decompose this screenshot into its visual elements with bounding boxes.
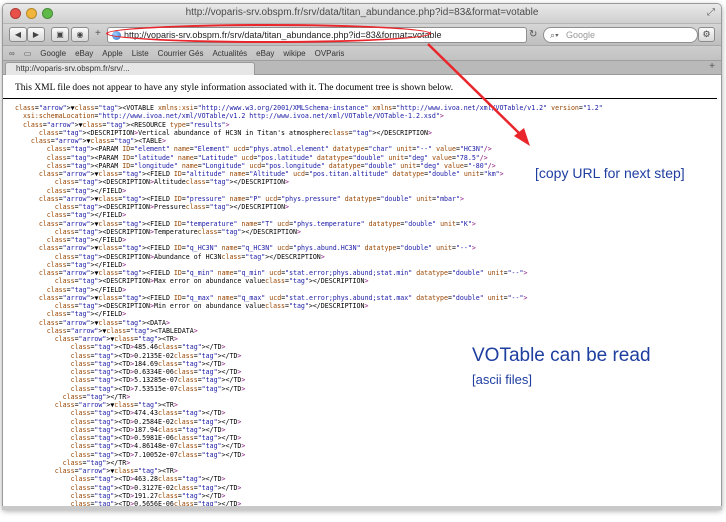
- search-input[interactable]: ⌕▾ Google: [543, 27, 698, 43]
- copy-url-note: [copy URL for next step]: [535, 165, 685, 181]
- xml-line: class="tag"></FIELD>: [46, 236, 127, 244]
- xml-line: class="tag"><DESCRIPTION>Min error on ab…: [54, 302, 369, 310]
- votable-note-sub: [ascii files]: [472, 372, 532, 387]
- xml-line[interactable]: class="arrow">▼class="tag"><TR>: [15, 467, 721, 475]
- votable-note-title: VOTable can be read: [472, 345, 651, 366]
- xml-tree: class="arrow">▼class="tag"><VOTABLE xmln…: [3, 99, 721, 508]
- new-tab-icon[interactable]: +: [709, 61, 715, 72]
- bookmark-item[interactable]: Liste: [132, 49, 149, 58]
- xml-line: class="tag"><DESCRIPTION>Vertical abunda…: [38, 128, 432, 137]
- xml-line[interactable]: class="arrow">▼class="tag"><TR>: [15, 401, 721, 409]
- xml-line: class="tag"></FIELD>: [46, 186, 127, 195]
- xml-line[interactable]: class="arrow">▼class="tag"><DATA>: [15, 319, 721, 327]
- reading-list-icon[interactable]: ∞: [9, 49, 15, 58]
- bookmark-item[interactable]: OVParis: [315, 49, 345, 58]
- xml-style-notice: This XML file does not appear to have an…: [3, 77, 717, 99]
- xml-line[interactable]: class="arrow">▼class="tag"><RESOURCE typ…: [15, 121, 721, 129]
- xml-line: class="tag"></FIELD>: [46, 285, 127, 294]
- xml-line: class="tag"><TD>4.86148e-07class="tag"><…: [70, 442, 246, 451]
- xml-line[interactable]: class="arrow">▼class="tag"><TABLE>: [15, 137, 721, 145]
- xml-line: class="tag"><DESCRIPTION>Temperatureclas…: [54, 227, 301, 236]
- xml-line: class="tag"><TD>0.5981E-06class="tag"></…: [70, 434, 242, 442]
- page-content: This XML file does not appear to have an…: [3, 77, 721, 508]
- xml-line: class="tag"><TD>0.2584E-02class="tag"></…: [70, 417, 242, 426]
- bookmark-item[interactable]: wikipe: [283, 49, 305, 58]
- xml-line[interactable]: class="arrow">▼class="tag"><FIELD ID="pr…: [15, 195, 721, 203]
- xml-line: class="tag"><DESCRIPTION>Max error on ab…: [54, 277, 369, 286]
- xml-line: class="tag"><TD>463.28class="tag"></TD>: [70, 475, 226, 484]
- bookmark-item[interactable]: Google: [40, 49, 66, 58]
- xml-line: class="tag"><TD>5.13285e-07class="tag"><…: [70, 376, 246, 385]
- forward-button[interactable]: ▶: [27, 27, 45, 42]
- bookmark-item[interactable]: eBay: [256, 49, 274, 58]
- xml-line: class="tag"><TD>7.53515e-07class="tag"><…: [70, 384, 246, 393]
- bookmarks-bar: ∞ ▭ Google eBay Apple Liste Courrier Gés…: [3, 46, 721, 61]
- tab-label: http://voparis-srv.obspm.fr/srv/...: [16, 64, 130, 73]
- browser-window: http://voparis-srv.obspm.fr/srv/data/tit…: [2, 3, 722, 509]
- xml-line[interactable]: class="arrow">▼class="tag"><VOTABLE xmln…: [15, 104, 721, 112]
- xml-line: class="tag"></TR>: [62, 392, 131, 401]
- xml-line: class="tag"><TD>0.6334E-06class="tag"></…: [70, 368, 242, 376]
- reader-button[interactable]: ◉: [71, 27, 89, 42]
- tab-active[interactable]: http://voparis-srv.obspm.fr/srv/...: [5, 62, 255, 75]
- xml-line[interactable]: class="arrow">▼class="tag"><TR>: [15, 335, 721, 343]
- search-placeholder: Google: [566, 30, 596, 40]
- bookmark-item[interactable]: eBay: [75, 49, 93, 58]
- xml-line[interactable]: class="arrow">▼class="tag"><TABLEDATA>: [15, 327, 721, 335]
- xml-line: class="tag"><TD>7.10052e-07class="tag"><…: [70, 450, 246, 459]
- xml-line: class="tag"><TD>474.43class="tag"></TD>: [70, 409, 226, 418]
- search-icon: ⌕▾: [550, 30, 559, 40]
- xml-line: class="tag"><TD>187.94class="tag"></TD>: [70, 425, 226, 434]
- xml-line: class="tag"><TD>191.27class="tag"></TD>: [70, 491, 226, 500]
- xml-line[interactable]: class="arrow">▼class="tag"><FIELD ID="te…: [15, 220, 721, 228]
- gear-icon[interactable]: ⚙: [698, 27, 715, 42]
- xml-line[interactable]: class="arrow">▼class="tag"><FIELD ID="q_…: [15, 244, 721, 252]
- bookmark-item[interactable]: Apple: [102, 49, 122, 58]
- reload-icon[interactable]: ↻: [529, 29, 537, 40]
- xml-line[interactable]: class="arrow">▼class="tag"><FIELD ID="q_…: [15, 269, 721, 277]
- title-bar: http://voparis-srv.obspm.fr/srv/data/tit…: [3, 4, 721, 24]
- bookmark-item[interactable]: Courrier Gés: [158, 49, 204, 58]
- xml-line: class="tag"></FIELD>: [46, 310, 127, 319]
- xml-line: class="tag"></FIELD>: [46, 211, 127, 220]
- share-button[interactable]: ▣: [51, 27, 69, 42]
- add-bookmark-icon[interactable]: +: [95, 28, 101, 39]
- back-button[interactable]: ◀: [9, 27, 27, 42]
- url-highlight-ellipse: [106, 24, 431, 43]
- xml-line: class="tag"><TD>0.3127E-02class="tag"></…: [70, 483, 242, 492]
- xml-line: class="tag"><DESCRIPTION>Abundance of HC…: [54, 252, 325, 261]
- tab-bar: http://voparis-srv.obspm.fr/srv/... +: [3, 61, 721, 75]
- window-shadow: [2, 506, 722, 510]
- bookmark-item[interactable]: Actualités: [212, 49, 247, 58]
- xml-line: class="tag"></FIELD>: [46, 260, 127, 269]
- xml-line[interactable]: class="arrow">▼class="tag"><FIELD ID="q_…: [15, 294, 721, 302]
- bookmarks-icon[interactable]: ▭: [24, 49, 32, 58]
- xml-line: class="tag"></TR>: [62, 458, 131, 467]
- xml-line: xsi:schemaLocation="http://www.ivoa.net/…: [22, 112, 444, 121]
- xml-line: class="tag"><PARAM ID="latitude" name="L…: [46, 153, 488, 162]
- xml-line: class="tag"><PARAM ID="element" name="El…: [46, 145, 492, 154]
- fullscreen-icon[interactable]: ⤢: [707, 7, 715, 18]
- window-title: http://voparis-srv.obspm.fr/srv/data/tit…: [185, 7, 539, 18]
- xml-line: class="tag"><DESCRIPTION>Pressureclass="…: [54, 203, 290, 211]
